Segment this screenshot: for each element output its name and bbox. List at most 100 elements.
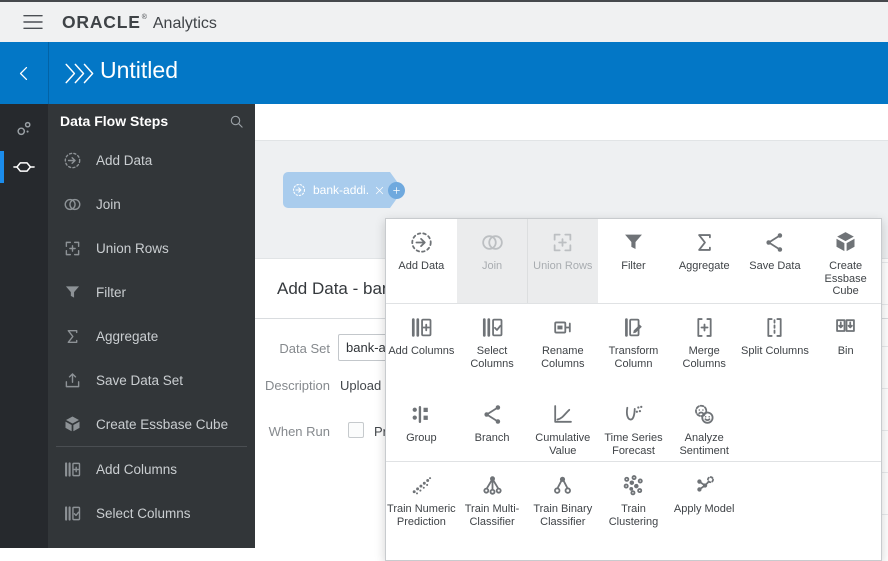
sentiment-icon	[691, 401, 718, 428]
filter-icon	[62, 282, 83, 303]
select-columns-icon	[62, 503, 83, 524]
sidebar-item-label: Add Data	[96, 152, 153, 168]
essbase-cube-icon	[832, 229, 859, 256]
step-menu-item-merge-columns[interactable]: Merge Columns	[669, 304, 740, 391]
close-icon	[374, 185, 385, 196]
step-menu-item-label: Train Binary Classifier	[533, 503, 593, 528]
join-icon	[479, 229, 506, 256]
step-menu-item-label: Branch	[474, 432, 510, 444]
sidebar-item-add-columns[interactable]: Add Columns	[48, 447, 255, 491]
sidebar-step-list: Add Data Join Union Rows Filter Aggregate Sav…	[48, 138, 255, 548]
step-menu-item-union-rows: Union Rows	[527, 219, 599, 303]
sidebar-item-save-data-set[interactable]: Save Data Set	[48, 358, 255, 402]
step-menu-item-select-columns[interactable]: Select Columns	[457, 304, 528, 391]
sidebar-item-label: Add Columns	[96, 461, 178, 477]
sidebar-item-select-columns[interactable]: Select Columns	[48, 491, 255, 535]
sidebar-item-add-data[interactable]: Add Data	[48, 138, 255, 182]
step-menu-item-label: Join	[481, 260, 503, 272]
sidebar-item-filter[interactable]: Filter	[48, 270, 255, 314]
step-menu-item-label: Train Numeric Prediction	[387, 503, 456, 528]
step-menu-item-add-data[interactable]: Add Data	[386, 219, 457, 303]
split-columns-icon	[761, 314, 788, 341]
train-clustering-icon	[620, 472, 647, 499]
window-top-edge	[0, 0, 888, 2]
train-multi-icon	[479, 472, 506, 499]
step-menu-item-analyze-sentiment[interactable]: Analyze Sentiment	[669, 391, 740, 461]
back-button[interactable]	[0, 42, 48, 104]
add-columns-icon	[408, 314, 435, 341]
step-menu-item-create-essbase-cube[interactable]: Create Essbase Cube	[810, 219, 881, 303]
step-menu-item-rename-columns[interactable]: Rename Columns	[527, 304, 598, 391]
hamburger-menu-icon[interactable]	[22, 13, 44, 31]
filter-icon	[620, 229, 647, 256]
union-rows-icon	[62, 238, 83, 259]
share-icon	[479, 401, 506, 428]
sidebar-item-create-essbase-cube[interactable]: Create Essbase Cube	[48, 402, 255, 446]
sidebar-item-label: Filter	[96, 284, 126, 300]
add-step-button[interactable]	[388, 182, 405, 199]
step-menu-item-group[interactable]: Group	[386, 391, 457, 461]
share-icon	[761, 229, 788, 256]
step-menu-item-split-columns[interactable]: Split Columns	[740, 304, 811, 391]
select-columns-icon	[479, 314, 506, 341]
join-icon	[62, 194, 83, 215]
flow-node-label: bank-addi.	[313, 183, 370, 197]
sidebar-item-label: Save Data Set	[96, 372, 184, 388]
step-menu-item-apply-model[interactable]: Apply Model	[669, 462, 740, 560]
sidebar-item-aggregate[interactable]: Aggregate	[48, 314, 255, 358]
rail-item-node-cluster[interactable]	[0, 110, 48, 148]
step-menu-item-train-multi-classifier[interactable]: Train Multi-Classifier	[457, 462, 528, 560]
step-menu-item-label: Add Data	[398, 260, 445, 272]
sidebar-title: Data Flow Steps	[60, 113, 169, 129]
sidebar-item-label: Aggregate	[96, 328, 159, 344]
data-set-label: Data Set	[279, 341, 330, 356]
search-icon[interactable]	[228, 113, 245, 130]
time-series-icon	[620, 401, 647, 428]
sidebar-item-union-rows[interactable]: Union Rows	[48, 226, 255, 270]
step-menu-item-add-columns[interactable]: Add Columns	[386, 304, 457, 391]
flow-node-body: bank-addi.	[283, 172, 391, 208]
step-menu-item-filter[interactable]: Filter	[598, 219, 669, 303]
bin-icon	[832, 314, 859, 341]
add-data-icon	[408, 229, 435, 256]
add-data-icon	[291, 182, 307, 198]
rail-item-data-flow[interactable]	[0, 148, 48, 186]
plus-icon	[391, 185, 402, 196]
step-menu-item-label: Create Essbase Cube	[824, 260, 867, 297]
step-menu-item-cumulative-value[interactable]: Cumulative Value	[527, 391, 598, 461]
step-menu-item-save-data[interactable]: Save Data	[740, 219, 811, 303]
description-label: Description	[264, 378, 330, 393]
product-name: Analytics	[152, 14, 217, 32]
step-menu-item-aggregate[interactable]: Aggregate	[669, 219, 740, 303]
data-flow-node-icon	[13, 156, 35, 178]
step-menu-item-label: Cumulative Value	[535, 432, 591, 457]
flow-node-bank-addi[interactable]: bank-addi.	[283, 172, 404, 208]
remove-node-button[interactable]	[370, 185, 389, 196]
step-menu-row-4: Train Numeric Prediction Train Multi-Clas…	[386, 462, 881, 560]
sidebar-item-join[interactable]: Join	[48, 182, 255, 226]
step-menu-item-label: Train Clustering	[608, 503, 659, 528]
step-menu-item-train-numeric-prediction[interactable]: Train Numeric Prediction	[386, 462, 457, 560]
step-menu-item-label: Aggregate	[678, 260, 730, 272]
sidebar-item-label: Create Essbase Cube	[96, 416, 229, 432]
step-menu-item-label: Select Columns	[470, 345, 514, 370]
step-menu-item-label: Rename Columns	[541, 345, 585, 370]
step-menu-item-train-binary-classifier[interactable]: Train Binary Classifier	[527, 462, 598, 560]
sidebar-item-rename-columns[interactable]: Rename Columns	[48, 535, 255, 548]
when-run-checkbox[interactable]	[348, 422, 364, 438]
step-menu-item-time-series-forecast[interactable]: Time Series Forecast	[598, 391, 669, 461]
data-flow-chevrons-icon	[63, 61, 94, 86]
step-menu-item-train-clustering[interactable]: Train Clustering	[598, 462, 669, 560]
apply-model-icon	[691, 472, 718, 499]
step-menu-item-join: Join	[456, 219, 528, 303]
sidebar-item-label: Join	[96, 196, 121, 212]
step-menu-item-bin[interactable]: Bin	[810, 304, 881, 391]
step-menu-item-transform-column[interactable]: Transform Column	[598, 304, 669, 391]
add-data-icon	[62, 150, 83, 171]
description-value: Upload	[340, 378, 382, 393]
step-menu-item-branch[interactable]: Branch	[457, 391, 528, 461]
step-menu-item-label: Group	[406, 432, 437, 444]
step-menu-item-label: Transform Column	[608, 345, 659, 370]
step-menu-item-label: Save Data	[749, 260, 801, 272]
add-columns-icon	[62, 459, 83, 480]
